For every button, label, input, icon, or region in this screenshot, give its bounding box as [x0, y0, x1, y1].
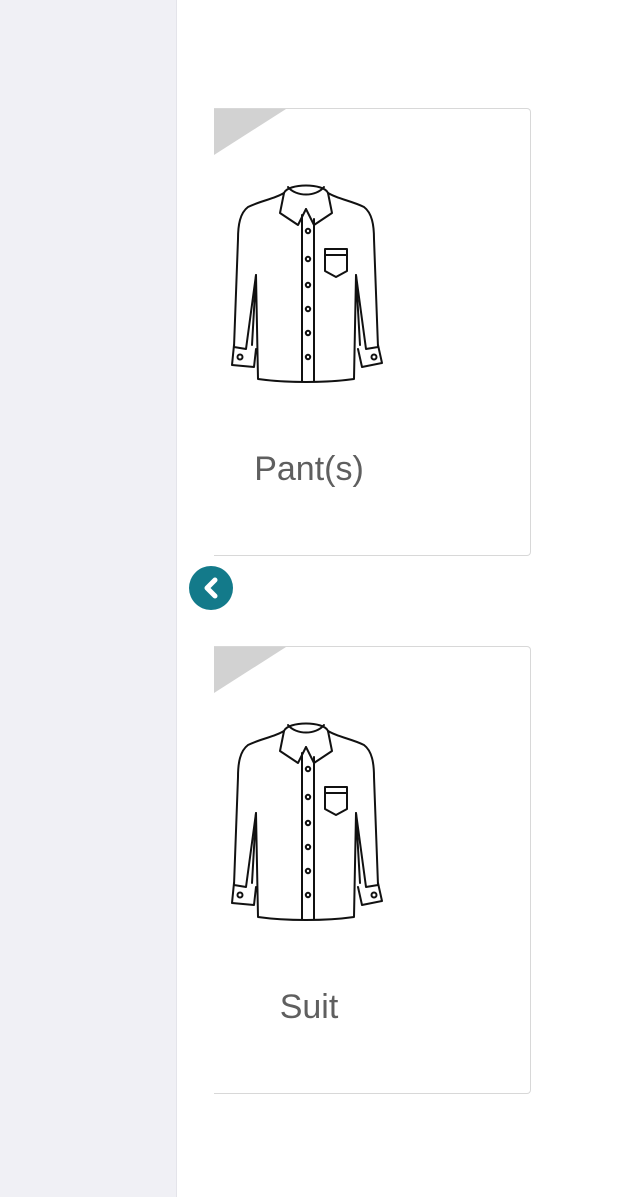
chevron-left-icon [204, 577, 218, 599]
card-label: Suit [279, 988, 339, 1026]
card-corner-ribbon [214, 647, 286, 693]
shirt-icon [231, 184, 383, 383]
garment-card-pants[interactable]: Pant(s) [214, 108, 531, 556]
sidebar [0, 0, 177, 1197]
card-label: Pant(s) [254, 450, 364, 488]
collapse-sidebar-button[interactable] [189, 566, 233, 610]
garment-card-suit[interactable]: Suit [214, 646, 531, 1094]
shirt-icon [231, 722, 383, 921]
card-corner-ribbon [214, 109, 286, 155]
